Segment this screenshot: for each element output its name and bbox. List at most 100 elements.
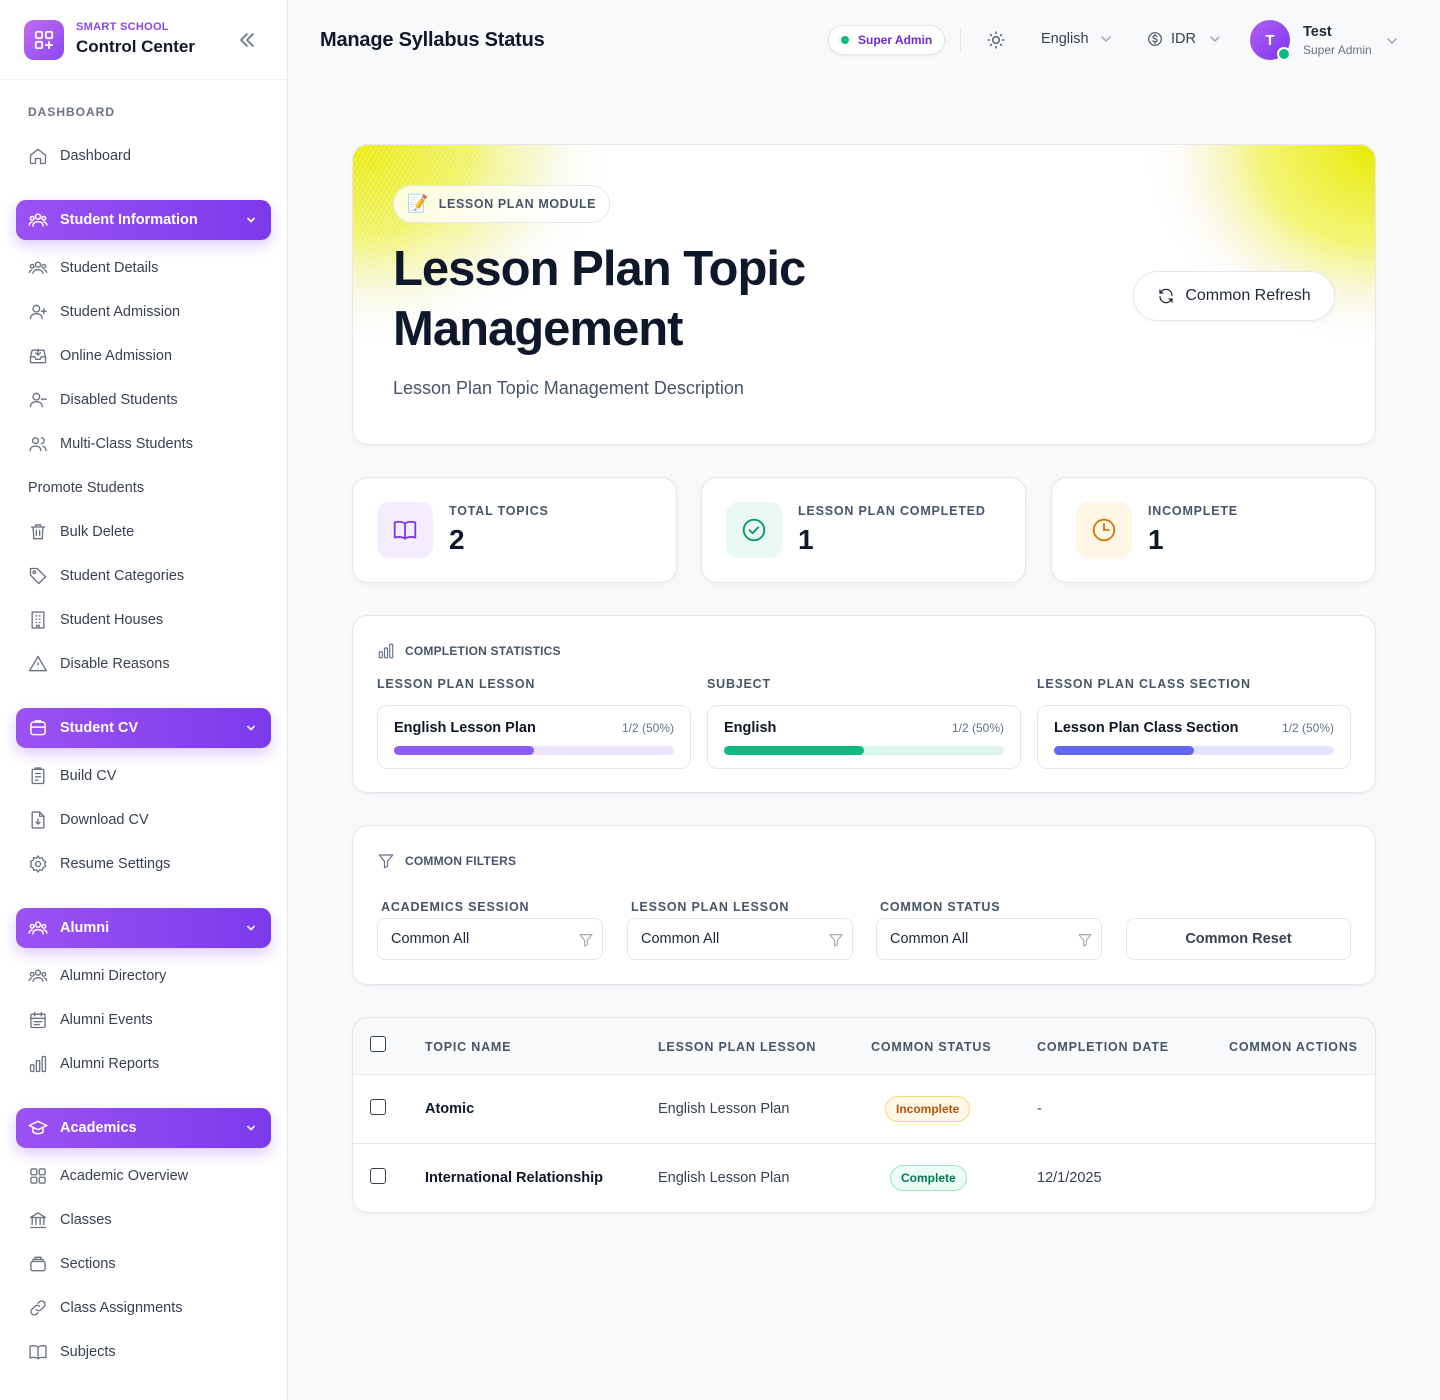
sidebar-group-label: Student Information xyxy=(60,212,198,228)
user-minus-icon xyxy=(28,390,48,410)
calendar-icon xyxy=(28,1010,48,1030)
sidebar-item-dashboard[interactable]: Dashboard xyxy=(28,144,268,168)
gear-icon xyxy=(28,854,48,874)
row-checkbox[interactable] xyxy=(370,1099,386,1115)
brand-title: Control Center xyxy=(76,37,195,56)
inbox-download-icon xyxy=(28,346,48,366)
sidebar-item-disable-reasons[interactable]: Disable Reasons xyxy=(28,652,268,676)
brand: SMART SCHOOL Control Center xyxy=(0,0,287,80)
sidebar-item-label: Student Admission xyxy=(60,304,181,320)
grid-icon xyxy=(28,1166,48,1186)
sidebar-item-label: Build CV xyxy=(60,768,117,784)
sidebar-item-classes[interactable]: Classes xyxy=(28,1208,268,1232)
completion-item-name: Lesson Plan Class Section xyxy=(1054,720,1239,736)
filter-icon xyxy=(579,934,593,947)
sidebar-item-download-cv[interactable]: Download CV xyxy=(28,808,268,832)
currency-selector[interactable]: IDR xyxy=(1147,31,1222,47)
sidebar-item-disabled-students[interactable]: Disabled Students xyxy=(28,388,268,412)
sidebar-item-sections[interactable]: Sections xyxy=(28,1252,268,1276)
sidebar-item-label: Sections xyxy=(60,1256,116,1272)
filters-heading: COMMON FILTERS xyxy=(377,852,516,870)
lesson-select[interactable]: Common All xyxy=(627,918,853,960)
topics-table: TOPIC NAME LESSON PLAN LESSON COMMON STA… xyxy=(352,1017,1376,1213)
refresh-button[interactable]: Common Refresh xyxy=(1133,271,1335,321)
sidebar-group-alumni[interactable]: Alumni xyxy=(16,908,271,948)
refresh-label: Common Refresh xyxy=(1185,287,1311,304)
role-badge-label: Super Admin xyxy=(858,33,933,47)
trash-icon xyxy=(28,522,48,542)
session-select[interactable]: Common All xyxy=(377,918,603,960)
page-title: Manage Syllabus Status xyxy=(320,29,545,51)
bar-chart-icon xyxy=(378,643,394,659)
chevron-down-icon xyxy=(1100,36,1111,43)
chevron-down-icon xyxy=(1387,38,1397,45)
completion-item: Lesson Plan Class Section 1/2 (50%) xyxy=(1037,705,1351,769)
sidebar-item-label: Subjects xyxy=(60,1344,116,1360)
users-icon xyxy=(28,966,48,986)
sidebar-group-label: Student CV xyxy=(60,720,139,736)
sidebar-item-student-admission[interactable]: Student Admission xyxy=(28,300,268,324)
user-role: Super Admin xyxy=(1303,43,1372,57)
sidebar-item-academic-overview[interactable]: Academic Overview xyxy=(28,1164,268,1188)
status-select[interactable]: Common All xyxy=(876,918,1102,960)
sidebar-item-student-categories[interactable]: Student Categories xyxy=(28,564,268,588)
topic-name: Atomic xyxy=(425,1101,475,1117)
sidebar-item-label: Classes xyxy=(60,1212,112,1228)
sidebar-item-label: Student Details xyxy=(60,260,159,276)
sidebar-item-build-cv[interactable]: Build CV xyxy=(28,764,268,788)
sidebar-item-resume-settings[interactable]: Resume Settings xyxy=(28,852,268,876)
status-badge: Incomplete xyxy=(885,1096,971,1122)
tag-icon xyxy=(28,566,48,586)
sidebar-item-online-admission[interactable]: Online Admission xyxy=(28,344,268,368)
sun-icon[interactable] xyxy=(986,30,1006,50)
sidebar-item-student-details[interactable]: Student Details xyxy=(28,256,268,280)
filters-card: COMMON FILTERS ACADEMICS SESSION Common … xyxy=(352,825,1376,985)
memo-icon: 📝 xyxy=(407,194,429,213)
sidebar: SMART SCHOOL Control Center DASHBOARD Da… xyxy=(0,0,288,1400)
sidebar-item-bulk-delete[interactable]: Bulk Delete xyxy=(28,520,268,544)
filter-icon xyxy=(378,854,394,869)
sidebar-item-alumni-directory[interactable]: Alumni Directory xyxy=(28,964,268,988)
sidebar-group-student-cv[interactable]: Student CV xyxy=(16,708,271,748)
filter-label-lesson: LESSON PLAN LESSON xyxy=(631,900,790,914)
column-header: COMPLETION DATE xyxy=(1037,1040,1169,1054)
sidebar-group-label: Alumni xyxy=(60,920,110,936)
reset-button[interactable]: Common Reset xyxy=(1126,918,1351,960)
sidebar-group-academics[interactable]: Academics xyxy=(16,1108,271,1148)
building-icon xyxy=(28,610,48,630)
stat-value: 2 xyxy=(449,524,465,555)
sidebar-item-alumni-events[interactable]: Alumni Events xyxy=(28,1008,268,1032)
chevron-down-icon xyxy=(245,722,257,734)
column-header: TOPIC NAME xyxy=(425,1040,512,1054)
completion-column-label: SUBJECT xyxy=(707,677,771,691)
row-checkbox[interactable] xyxy=(370,1168,386,1184)
brand-subtitle: SMART SCHOOL xyxy=(76,21,169,33)
top-bar: Manage Syllabus Status Super Admin Engli… xyxy=(288,0,1440,80)
sidebar-item-subjects[interactable]: Subjects xyxy=(28,1340,268,1364)
sidebar-item-student-houses[interactable]: Student Houses xyxy=(28,608,268,632)
role-badge: Super Admin xyxy=(828,25,946,55)
sidebar-item-label: Disabled Students xyxy=(60,392,178,408)
currency-icon xyxy=(1148,32,1162,46)
completion-item-ratio: 1/2 (50%) xyxy=(1281,721,1334,735)
select-value: Common All xyxy=(391,931,470,947)
filter-icon xyxy=(829,934,843,947)
sidebar-item-promote-students[interactable]: Promote Students xyxy=(28,476,268,500)
completion-column-label: LESSON PLAN LESSON xyxy=(377,677,536,691)
sidebar-item-label: Disable Reasons xyxy=(60,656,170,672)
sidebar-item-alumni-reports[interactable]: Alumni Reports xyxy=(28,1052,268,1076)
language-selector[interactable]: English xyxy=(1041,31,1113,47)
sidebar-group-student-information[interactable]: Student Information xyxy=(16,200,271,240)
topic-lesson: English Lesson Plan xyxy=(658,1101,790,1117)
select-all-checkbox[interactable] xyxy=(370,1036,386,1052)
completion-item-ratio: 1/2 (50%) xyxy=(621,721,674,735)
user-menu[interactable]: T Test Super Admin xyxy=(1250,20,1400,62)
bank-icon xyxy=(28,1210,48,1230)
collapse-sidebar-icon[interactable] xyxy=(236,30,258,50)
layers-icon xyxy=(28,1254,48,1274)
chevron-down-icon xyxy=(245,922,257,934)
sidebar-item-label: Alumni Events xyxy=(60,1012,153,1028)
sidebar-item-label: Student Houses xyxy=(60,612,164,628)
sidebar-item-class-assignments[interactable]: Class Assignments xyxy=(28,1296,268,1320)
sidebar-item-multi-class-students[interactable]: Multi-Class Students xyxy=(28,432,268,456)
